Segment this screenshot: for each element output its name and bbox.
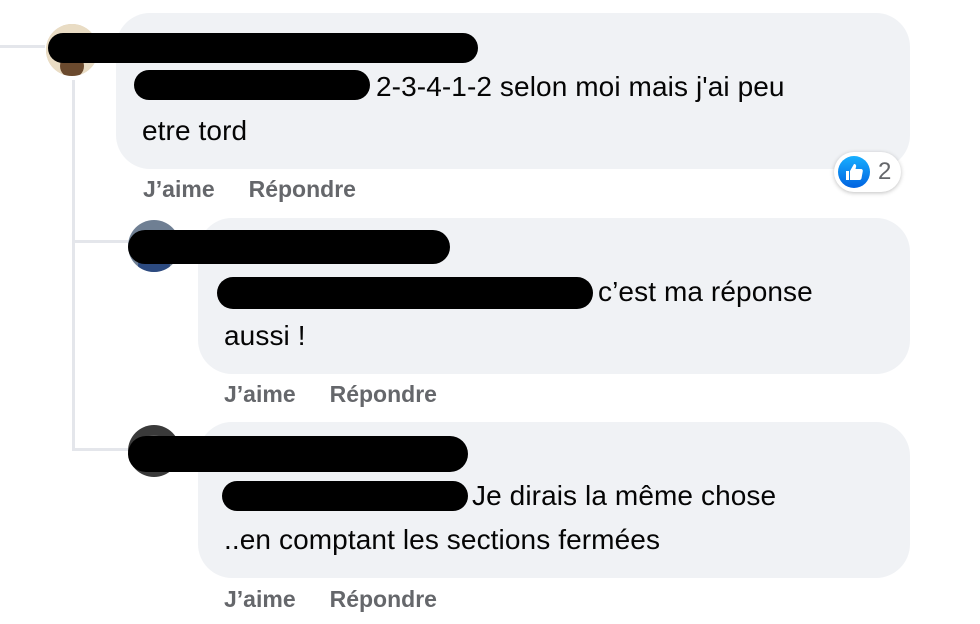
thread-connector-top [0,45,45,48]
author-name-redacted[interactable] [128,230,450,264]
comment-actions: J’aime Répondre [143,176,356,203]
reply-text: Je dirais la même chose [472,480,777,511]
thread-connector-vertical [72,80,75,450]
like-button[interactable]: J’aime [224,586,296,612]
comment-text-continued: etre tord [142,115,248,146]
like-button[interactable]: J’aime [224,381,296,407]
mention-redacted[interactable] [222,481,468,511]
author-name-redacted[interactable] [128,436,468,472]
reply-button[interactable]: Répondre [330,586,437,612]
reply-text-continued: aussi ! [224,320,306,351]
reaction-badge[interactable]: 2 [834,152,902,192]
author-name-redacted[interactable] [48,33,478,63]
reply-text-continued: ..en comptant les sections fermées [224,524,661,555]
reply-button[interactable]: Répondre [249,176,356,202]
like-button[interactable]: J’aime [143,176,215,202]
reply-button[interactable]: Répondre [330,381,437,407]
thread-connector-reply-2 [72,448,128,451]
comment-text: 2-3-4-1-2 selon moi mais j'ai peu [376,71,785,102]
mention-redacted[interactable] [134,70,370,100]
reaction-count: 2 [878,158,892,185]
thread-connector-reply-1 [72,240,128,243]
thumbs-up-icon [838,156,870,188]
reply-text: c’est ma réponse [598,276,813,307]
reply-actions: J’aime Répondre [224,586,437,613]
mention-redacted[interactable] [217,277,593,309]
reply-actions: J’aime Répondre [224,381,437,408]
